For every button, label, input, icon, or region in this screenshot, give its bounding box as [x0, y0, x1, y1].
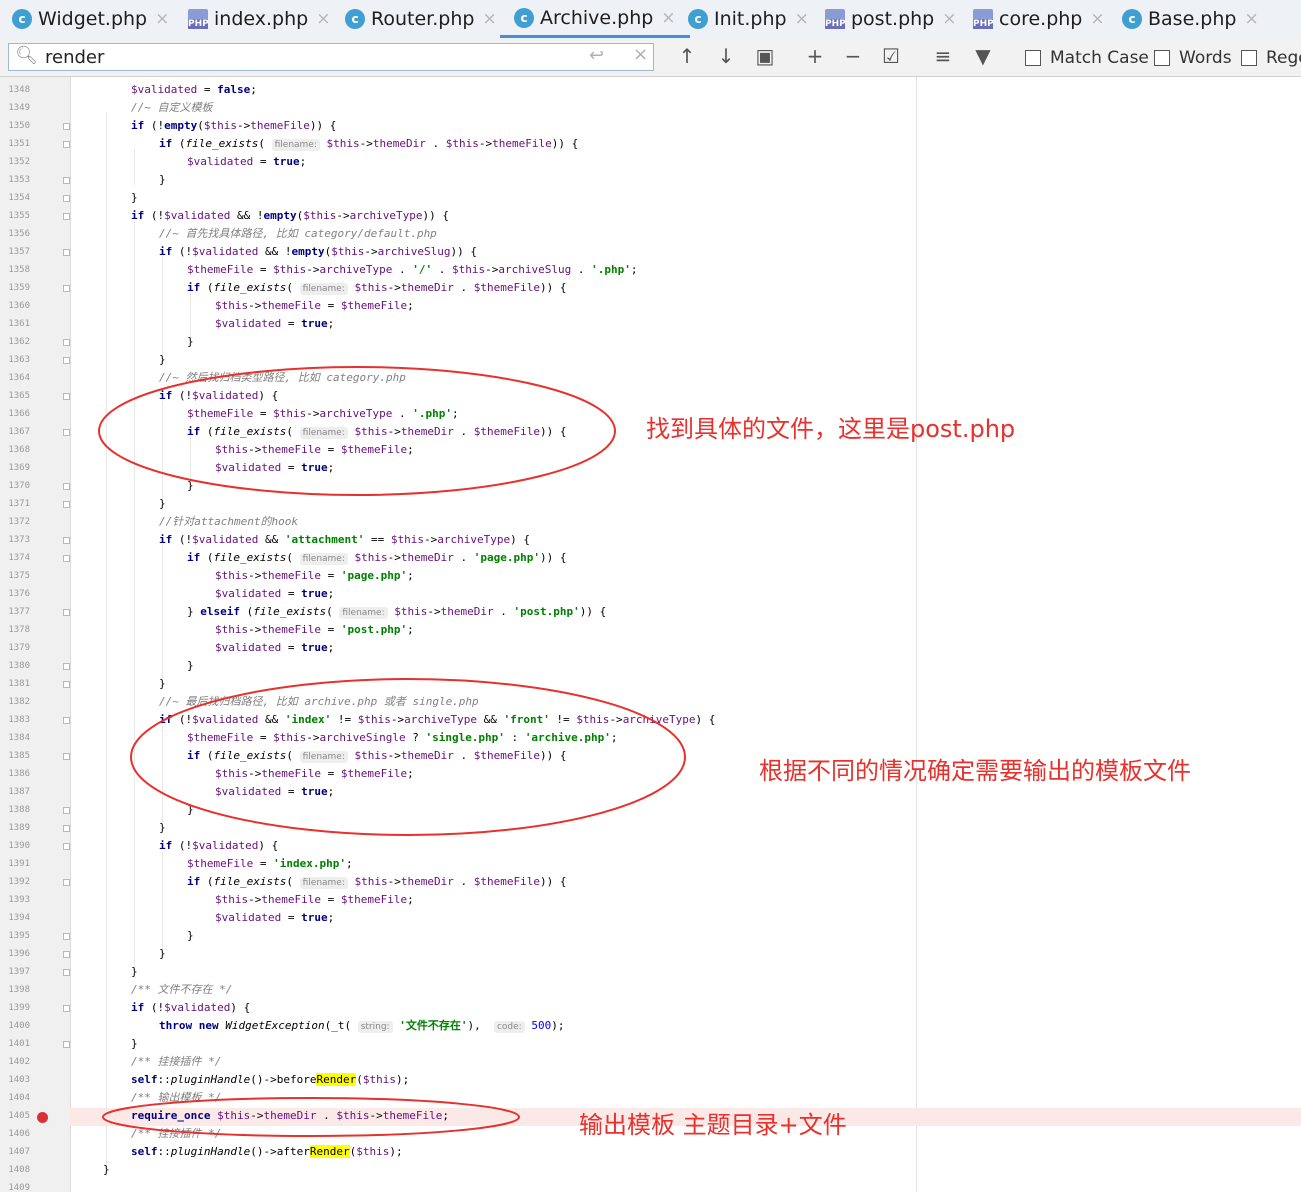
- tab-label: Router.php: [371, 8, 475, 30]
- tab-widget-php[interactable]: c Widget.php ×: [9, 0, 169, 38]
- close-icon[interactable]: ×: [795, 9, 809, 29]
- annotation-text: 输出模板 主题目录+文件: [579, 1111, 847, 1139]
- php-file-icon: PHP: [825, 9, 846, 29]
- class-icon: c: [685, 7, 708, 31]
- annotation-text: 根据不同的情况确定需要输出的模板文件: [759, 757, 1191, 785]
- regex-label: Rege: [1266, 48, 1301, 68]
- editor-tab-bar: c Widget.php × PHP index.php × c Router.php × …: [0, 0, 1301, 41]
- php-file-icon: PHP: [973, 9, 994, 29]
- tab-router-php[interactable]: c Router.php ×: [342, 0, 497, 38]
- annotation-ellipse: [98, 366, 616, 496]
- tab-post-php[interactable]: PHP post.php ×: [825, 0, 957, 38]
- close-icon[interactable]: ×: [316, 9, 330, 29]
- close-icon[interactable]: ×: [155, 9, 169, 29]
- code-editor[interactable]: 1348 1349 1350 1351 1352 1353 1354 1355 1356 1357…: [0, 77, 1301, 1193]
- regex-checkbox[interactable]: Rege: [1241, 47, 1301, 69]
- checkbox-box[interactable]: [1025, 50, 1041, 66]
- match-case-label: Match Case: [1050, 48, 1149, 68]
- clear-icon[interactable]: ×: [633, 44, 648, 65]
- tab-label: Archive.php: [540, 6, 654, 29]
- checkbox-box[interactable]: [1241, 50, 1257, 66]
- annotation-ellipse: [130, 678, 686, 836]
- words-label: Words: [1179, 48, 1232, 68]
- tab-init-php[interactable]: c Init.php ×: [685, 0, 809, 38]
- annotation-ellipse: [102, 1097, 520, 1137]
- php-file-icon: PHP: [188, 9, 209, 29]
- class-icon: c: [511, 5, 534, 30]
- select-occurrences-icon[interactable]: ☑: [878, 44, 904, 68]
- close-icon[interactable]: ×: [1244, 9, 1258, 29]
- close-icon[interactable]: ×: [661, 8, 675, 28]
- class-icon: c: [9, 7, 32, 31]
- class-icon: c: [342, 7, 365, 31]
- tab-archive-php[interactable]: c Archive.php ×: [500, 0, 690, 38]
- remove-occurrence-icon[interactable]: −: [840, 44, 866, 68]
- tab-core-php[interactable]: PHP core.php ×: [973, 0, 1105, 38]
- words-checkbox[interactable]: Words: [1154, 47, 1232, 69]
- search-in-selection-icon[interactable]: ≡: [930, 44, 956, 68]
- match-case-checkbox[interactable]: Match Case: [1025, 47, 1149, 69]
- checkbox-box[interactable]: [1154, 50, 1170, 66]
- annotation-text: 找到具体的文件，这里是post.php: [646, 415, 1016, 443]
- close-icon[interactable]: ×: [1090, 9, 1104, 29]
- search-input[interactable]: [45, 46, 585, 68]
- tab-base-php[interactable]: c Base.php ×: [1119, 0, 1259, 38]
- tab-label: core.php: [999, 8, 1083, 30]
- select-all-occurrences-icon[interactable]: ▣: [752, 44, 778, 68]
- search-box[interactable]: 🔍︎ ↩ ×: [8, 43, 654, 71]
- close-icon[interactable]: ×: [482, 9, 496, 29]
- tab-label: Base.php: [1148, 8, 1237, 30]
- tab-label: Widget.php: [38, 8, 148, 30]
- close-icon[interactable]: ×: [942, 9, 956, 29]
- tab-label: post.php: [851, 8, 935, 30]
- next-occurrence-icon[interactable]: ↓: [713, 44, 739, 68]
- filter-icon[interactable]: ▼: [970, 44, 996, 68]
- previous-occurrence-icon[interactable]: ↑: [674, 44, 700, 68]
- tab-label: Init.php: [714, 8, 787, 30]
- annotation-overlay: [98, 366, 686, 1137]
- new-line-icon[interactable]: ↩: [589, 45, 604, 66]
- tab-index-php[interactable]: PHP index.php ×: [188, 0, 330, 38]
- add-occurrence-icon[interactable]: +: [802, 44, 828, 68]
- search-icon[interactable]: 🔍︎: [15, 45, 38, 66]
- tab-label: index.php: [214, 8, 309, 30]
- class-icon: c: [1119, 7, 1142, 31]
